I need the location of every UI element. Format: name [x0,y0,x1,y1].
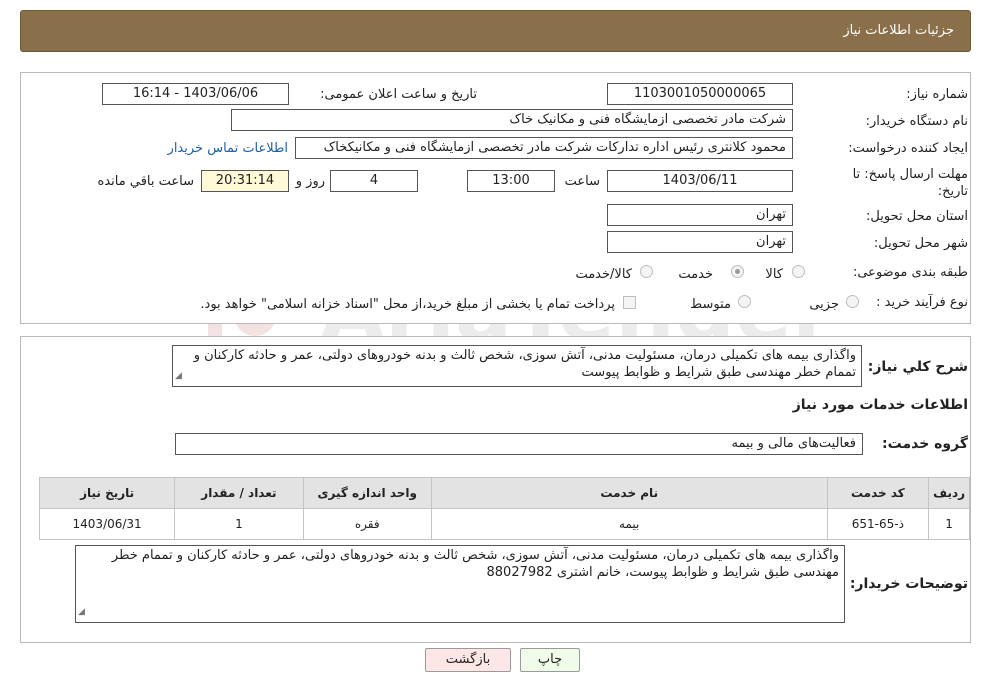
deadline-time-label: ساعت [564,174,600,189]
days-label: روز و [295,174,325,189]
cell-row-no: 1 [928,508,970,540]
city-field: تهران [607,231,793,253]
col-row-no: ردیف [928,477,970,509]
remaining-time-field: 20:31:14 [201,170,289,192]
buyer-org-field: شرکت مادر تخصصی ازمایشگاه فنی و مکانیک خ… [231,109,793,131]
province-label: استان محل تحویل: [866,209,968,224]
category-service-label: خدمت [678,267,713,282]
process-label: نوع فرآیند خرید : [876,295,968,310]
process-medium-label: متوسط [690,297,731,312]
description-text: واگذاری بیمه های تکمیلی درمان، مسئولیت م… [193,348,856,380]
category-goods-service-label: کالا/خدمت [575,267,632,282]
category-label: طبقه بندی موضوعی: [852,265,968,280]
process-medium-radio[interactable] [738,295,751,308]
col-service-code: کد خدمت [826,477,930,509]
back-button[interactable]: بازگشت [425,648,511,672]
category-goods-service-radio[interactable] [640,265,653,278]
announce-datetime-label: تاریخ و ساعت اعلان عمومی: [320,87,477,102]
category-goods-label: کالا [765,267,783,282]
page-header: جزئیات اطلاعات نیاز [20,10,971,52]
province-field: تهران [607,204,793,226]
buyer-notes-field: واگذاری بیمه های تکمیلی درمان، مسئولیت م… [75,545,845,623]
resize-grip-icon[interactable]: ◢ [175,368,182,385]
treasury-checkbox[interactable] [623,296,636,309]
page-title: جزئیات اطلاعات نیاز [843,23,954,38]
deadline-date-field: 1403/06/11 [607,170,793,192]
service-group-label: گروه خدمت: [882,436,968,452]
table-row: 1 ذ-65-651 بیمه فقره 1 1403/06/31 [38,508,970,540]
buyer-contact-link[interactable]: اطلاعات تماس خریدار [168,141,288,156]
description-field: واگذاری بیمه های تکمیلی درمان، مسئولیت م… [172,345,862,387]
process-minor-radio[interactable] [846,295,859,308]
resize-grip-icon[interactable]: ◢ [78,604,85,621]
service-group-field: فعالیت‌های مالی و بیمه [175,433,863,455]
city-label: شهر محل تحویل: [873,236,968,251]
cell-service-name: بیمه [430,508,828,540]
cell-need-date: 1403/06/31 [38,508,176,540]
table-header-row: ردیف کد خدمت نام خدمت واحد اندازه گیری ت… [38,477,970,509]
category-goods-radio[interactable] [792,265,805,278]
buyer-org-label: نام دستگاه خریدار: [865,114,968,129]
need-number-label: شماره نیاز: [906,87,968,102]
deadline-label: مهلت ارسال پاسخ: تا تاریخ: [852,167,968,199]
services-section-title: اطلاعات خدمات مورد نیاز [792,397,968,413]
col-need-date: تاریخ نیاز [38,477,176,509]
print-button[interactable]: چاپ [520,648,580,672]
announce-datetime-field: 1403/06/06 - 16:14 [102,83,289,105]
need-number-field: 1103001050000065 [607,83,793,105]
process-minor-label: جزیی [809,297,839,312]
treasury-note: پرداخت تمام یا بخشی از مبلغ خرید،از محل … [200,297,615,312]
remaining-time-label: ساعت باقي مانده [97,174,194,189]
services-table: ردیف کد خدمت نام خدمت واحد اندازه گیری ت… [38,477,970,540]
cell-service-code: ذ-65-651 [826,508,930,540]
cell-quantity: 1 [174,508,304,540]
category-service-radio[interactable] [731,265,744,278]
buyer-notes-label: توضیحات خریدار: [849,576,968,592]
deadline-time-field: 13:00 [467,170,555,192]
creator-label: ایجاد کننده درخواست: [848,141,968,156]
col-service-name: نام خدمت [430,477,828,509]
days-field: 4 [330,170,418,192]
services-table-wrap: ردیف کد خدمت نام خدمت واحد اندازه گیری ت… [38,477,970,540]
cell-unit: فقره [302,508,432,540]
description-label: شرح کلي نياز: [867,359,968,375]
col-unit: واحد اندازه گیری [302,477,432,509]
col-quantity: تعداد / مقدار [174,477,304,509]
creator-field: محمود کلانتری رئیس اداره تدارکات شرکت ما… [295,137,793,159]
buyer-notes-text: واگذاری بیمه های تکمیلی درمان، مسئولیت م… [111,548,839,580]
